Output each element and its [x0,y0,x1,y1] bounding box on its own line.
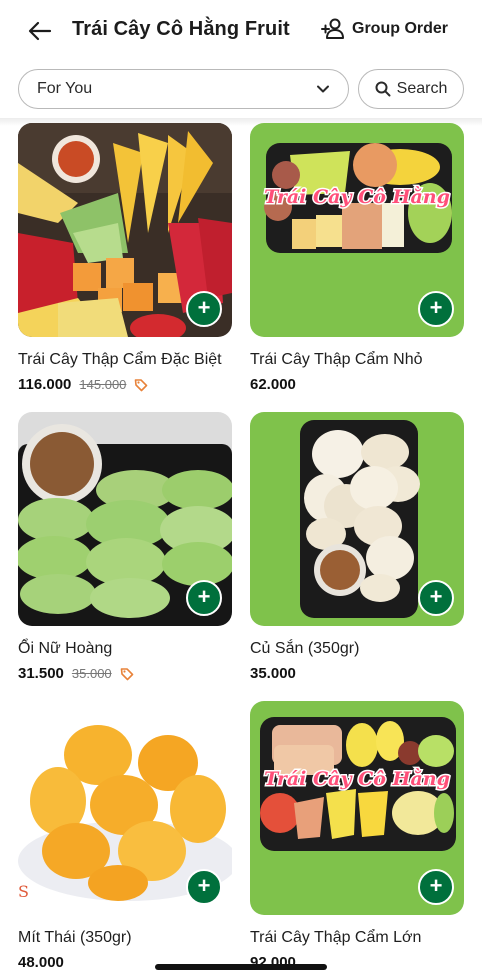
product-price: 116.000 [18,376,72,393]
back-button[interactable] [26,18,54,44]
product-name: Ổi Nữ Hoàng [18,640,113,657]
product-price: 48.000 [18,954,64,971]
product-name: Củ Sắn (350gr) [250,640,360,657]
home-indicator[interactable] [155,964,327,970]
plus-icon: + [429,584,443,609]
product-price: 62.000 [250,376,296,393]
plus-icon: + [429,295,443,320]
chevron-down-icon [317,85,329,93]
page-title: Trái Cây Cô Hằng Fruit [72,18,290,40]
product-card[interactable]: + Ổi Nữ Hoàng 31.500 35.000 [18,412,232,682]
group-order-label: Group Order [352,20,449,37]
product-image: Trái Cây Cô Hằng + [250,701,464,915]
product-name: Trái Cây Thập Cẩm Lớn [250,929,422,946]
add-group-icon [321,18,344,39]
price-row: 62.000 [250,376,464,393]
product-name: Trái Cây Thập Cẩm Đặc Biệt [18,351,222,368]
add-to-cart-button[interactable]: + [186,291,222,327]
header-bar: Trái Cây Cô Hằng Fruit Group Order [0,0,482,62]
product-image: + [18,412,232,626]
search-button[interactable]: Search [358,69,464,109]
product-image: S + [18,701,232,915]
price-row: 35.000 [250,665,464,682]
discount-tag-icon [135,378,148,391]
plus-icon: + [197,295,211,320]
group-order-button[interactable]: Group Order [320,16,448,42]
discount-tag-icon [120,667,133,680]
add-to-cart-button[interactable]: + [186,869,222,905]
product-name: Trái Cây Thập Cẩm Nhỏ [250,351,423,368]
product-image: + [250,412,464,626]
plus-icon: + [197,873,211,898]
category-dropdown-value: For You [37,80,93,97]
search-label: Search [396,80,448,97]
product-card[interactable]: Trái Cây Cô Hằng + Trái Cây Thập Cẩm Nhỏ… [250,123,464,393]
price-row: 116.000 145.000 [18,376,232,393]
product-price: 35.000 [250,665,296,682]
product-card[interactable]: S + Mít Thái (350gr) 48.000 [18,701,232,971]
brand-label-overlay: Trái Cây Cô Hằng [264,186,450,208]
product-price: 31.500 [18,665,64,682]
product-image: Trái Cây Cô Hằng + [250,123,464,337]
price-row: 31.500 35.000 [18,665,232,682]
category-dropdown[interactable]: For You [18,69,349,109]
add-to-cart-button[interactable]: + [418,580,454,616]
add-to-cart-button[interactable]: + [418,291,454,327]
product-card[interactable]: Trái Cây Cô Hằng + Trái Cây Thập Cẩm Lớn… [250,701,464,971]
arrow-left-icon [28,21,52,41]
product-original-price: 35.000 [71,666,112,681]
add-to-cart-button[interactable]: + [186,580,222,616]
search-icon [375,81,391,97]
product-card[interactable]: + Trái Cây Thập Cẩm Đặc Biệt 116.000 145… [18,123,232,393]
product-card[interactable]: + Củ Sắn (350gr) 35.000 [250,412,464,682]
plus-icon: + [197,584,211,609]
product-image: + [18,123,232,337]
product-original-price: 145.000 [79,377,127,392]
partial-logo-glyph: S [18,882,29,901]
product-name: Mít Thái (350gr) [18,929,132,946]
plus-icon: + [429,873,443,898]
filter-row: For You Search [18,69,464,109]
brand-label-overlay: Trái Cây Cô Hằng [264,768,450,790]
add-to-cart-button[interactable]: + [418,869,454,905]
